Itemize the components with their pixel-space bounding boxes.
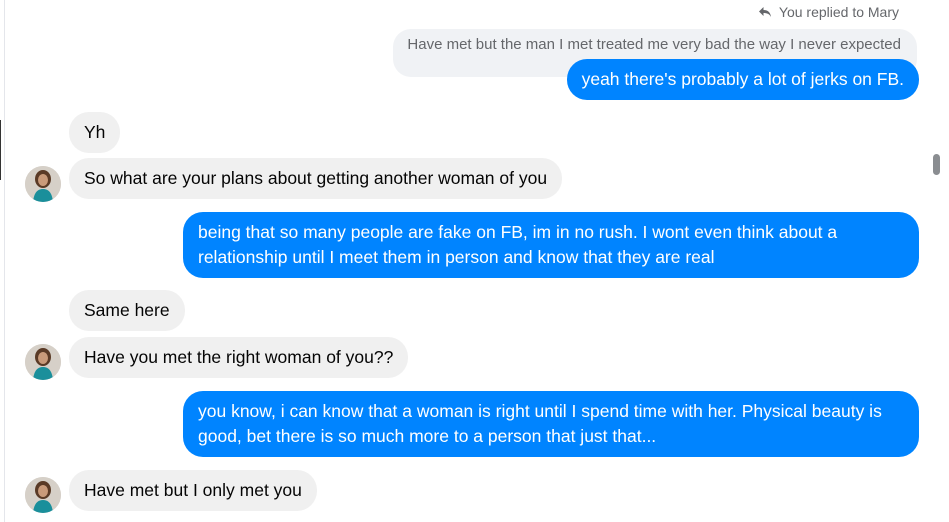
scrollbar-thumb[interactable]	[933, 154, 940, 175]
message-bubble-incoming[interactable]: Have met but I only met you	[69, 470, 317, 511]
message-bubble-outgoing[interactable]: you know, i can know that a woman is rig…	[183, 391, 919, 457]
message-bubble-incoming[interactable]: Yh	[69, 112, 121, 153]
message-bubble-incoming[interactable]: Same here	[69, 290, 185, 331]
message-bubble-outgoing[interactable]: yeah there's probably a lot of jerks on …	[566, 59, 919, 100]
reply-arrow-icon	[757, 4, 773, 20]
message-bubble-outgoing[interactable]: being that so many people are fake on FB…	[183, 212, 919, 278]
reply-indicator-text: You replied to Mary	[778, 4, 899, 20]
message-bubble-incoming[interactable]: So what are your plans about getting ano…	[69, 158, 563, 199]
reply-indicator: You replied to Mary	[757, 4, 899, 20]
scrollbar[interactable]	[931, 0, 943, 522]
message-bubble-incoming[interactable]: Have you met the right woman of you??	[69, 337, 409, 378]
message-thread: You replied to Mary Have met but the man…	[4, 0, 925, 522]
avatar[interactable]	[25, 477, 61, 513]
avatar[interactable]	[25, 166, 61, 202]
window-edge	[0, 120, 1, 180]
avatar[interactable]	[25, 344, 61, 380]
